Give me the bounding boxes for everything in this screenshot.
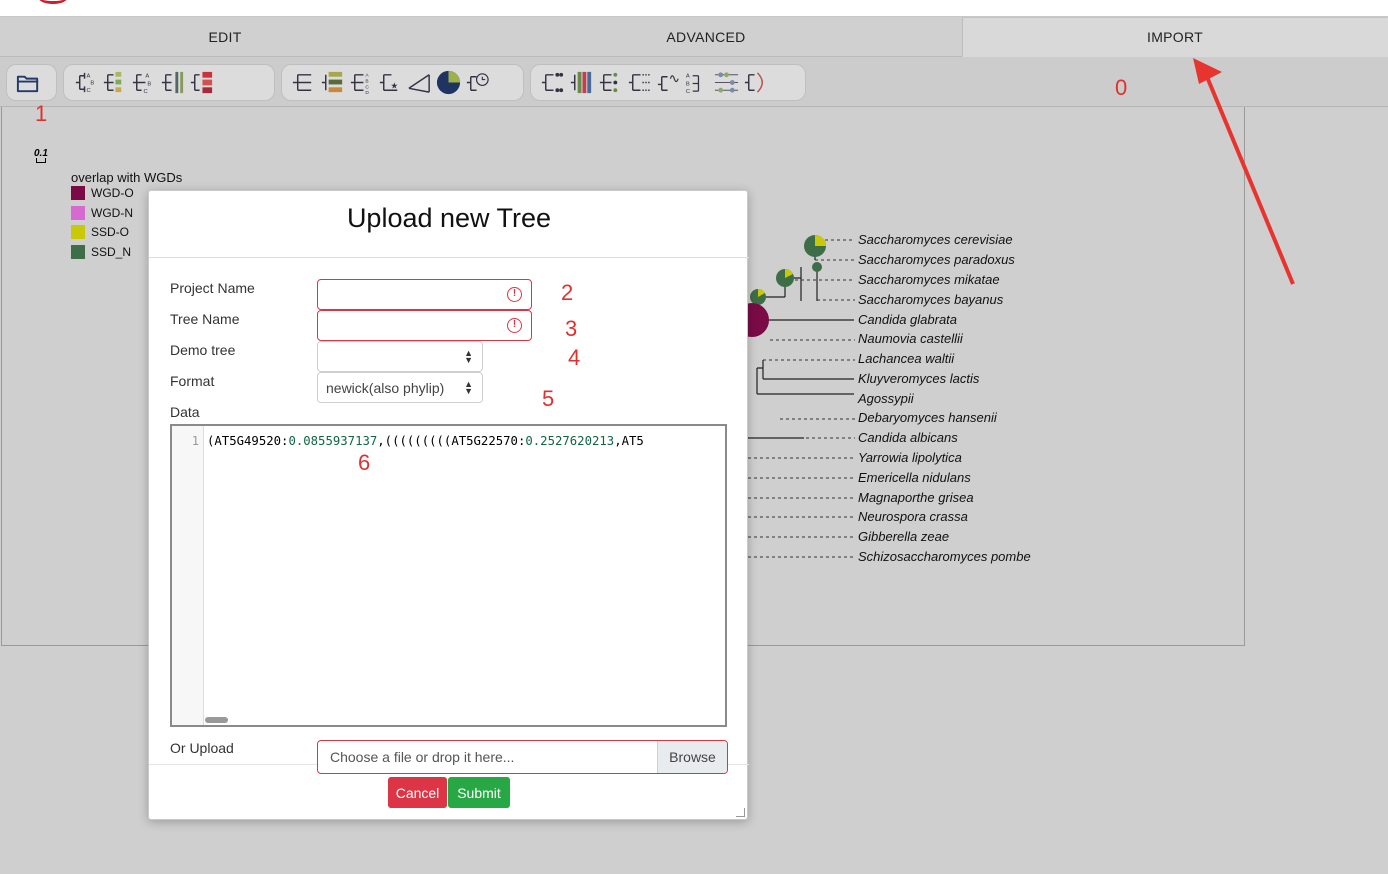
- code-number: 0.2527620213: [525, 434, 615, 448]
- data-code-editor[interactable]: 1 (AT5G49520:0.0855937137,(((((((((AT5G2…: [170, 424, 727, 727]
- code-token: ,(((((((((AT5G22570:: [377, 434, 526, 448]
- browse-button[interactable]: Browse: [657, 741, 727, 773]
- taxon-label: Saccharomyces mikatae: [858, 272, 1000, 287]
- taxon-label: Gibberella zeae: [858, 529, 950, 544]
- modal-divider: [149, 257, 749, 258]
- demo-tree-select[interactable]: ▲ ▼: [317, 341, 483, 372]
- taxon-label: Naumovia castellii: [858, 331, 963, 346]
- taxon-label: Neurospora crassa: [858, 509, 968, 524]
- cancel-button[interactable]: Cancel: [388, 777, 447, 808]
- resize-handle-icon[interactable]: [736, 808, 745, 817]
- project-name-input[interactable]: !: [317, 279, 532, 310]
- taxon-label: Candida albicans: [858, 430, 958, 445]
- format-select[interactable]: newick(also phylip) ▲ ▼: [317, 372, 483, 403]
- upload-tree-modal: Upload new Tree Project Name ! Tree Name…: [148, 190, 749, 820]
- modal-title: Upload new Tree: [346, 203, 552, 233]
- data-label: Data: [170, 404, 200, 420]
- horizontal-scrollbar[interactable]: [205, 717, 228, 723]
- select-caret-icon: ▲ ▼: [464, 348, 473, 365]
- format-label: Format: [170, 373, 215, 389]
- tree-name-input[interactable]: !: [317, 310, 532, 341]
- annotation-label: 3: [565, 316, 578, 341]
- taxon-label: Schizosaccharomyces pombe: [858, 549, 1031, 564]
- code-token: ,AT5: [614, 434, 644, 448]
- editor-gutter: 1: [172, 426, 204, 725]
- taxon-label: Saccharomyces bayanus: [858, 292, 1004, 307]
- code-line[interactable]: (AT5G49520:0.0855937137,(((((((((AT5G225…: [207, 434, 644, 448]
- annotation-label: 4: [568, 345, 581, 370]
- file-upload-input[interactable]: Choose a file or drop it here... Browse: [317, 740, 728, 774]
- code-token: (AT5G49520:: [207, 434, 289, 448]
- or-upload-label: Or Upload: [170, 740, 234, 756]
- annotation-label: 6: [358, 450, 371, 475]
- taxon-label: Emericella nidulans: [858, 470, 971, 485]
- taxon-label: Lachancea waltii: [858, 351, 955, 366]
- select-caret-icon: ▲ ▼: [464, 379, 473, 396]
- line-number: 1: [191, 434, 199, 448]
- tree-name-label: Tree Name: [170, 311, 240, 327]
- tree-node-pies: [735, 235, 826, 337]
- annotation-label: 5: [542, 386, 555, 411]
- taxon-label: Debaryomyces hansenii: [858, 410, 997, 425]
- demo-tree-label: Demo tree: [170, 342, 236, 358]
- taxon-label: Magnaporthe grisea: [858, 490, 974, 505]
- file-upload-placeholder[interactable]: Choose a file or drop it here...: [318, 741, 657, 773]
- taxon-label: Saccharomyces cerevisiae: [858, 232, 1013, 247]
- annotation-label: 2: [561, 280, 574, 305]
- taxon-label: Yarrowia lipolytica: [858, 450, 962, 465]
- annotation-label: 1: [35, 101, 48, 126]
- submit-button[interactable]: Submit: [448, 777, 510, 808]
- taxon-label: Kluyveromyces lactis: [858, 371, 980, 386]
- taxon-label: Candida glabrata: [858, 312, 958, 327]
- annotation-label: 0: [1115, 75, 1128, 100]
- taxon-label: Agossypii: [858, 391, 914, 406]
- taxon-label: Saccharomyces paradoxus: [858, 252, 1015, 267]
- code-number: 0.0855937137: [288, 434, 378, 448]
- format-value: newick(also phylip): [326, 379, 445, 396]
- error-icon: !: [507, 318, 522, 333]
- project-name-label: Project Name: [170, 280, 255, 296]
- error-icon: !: [507, 287, 522, 302]
